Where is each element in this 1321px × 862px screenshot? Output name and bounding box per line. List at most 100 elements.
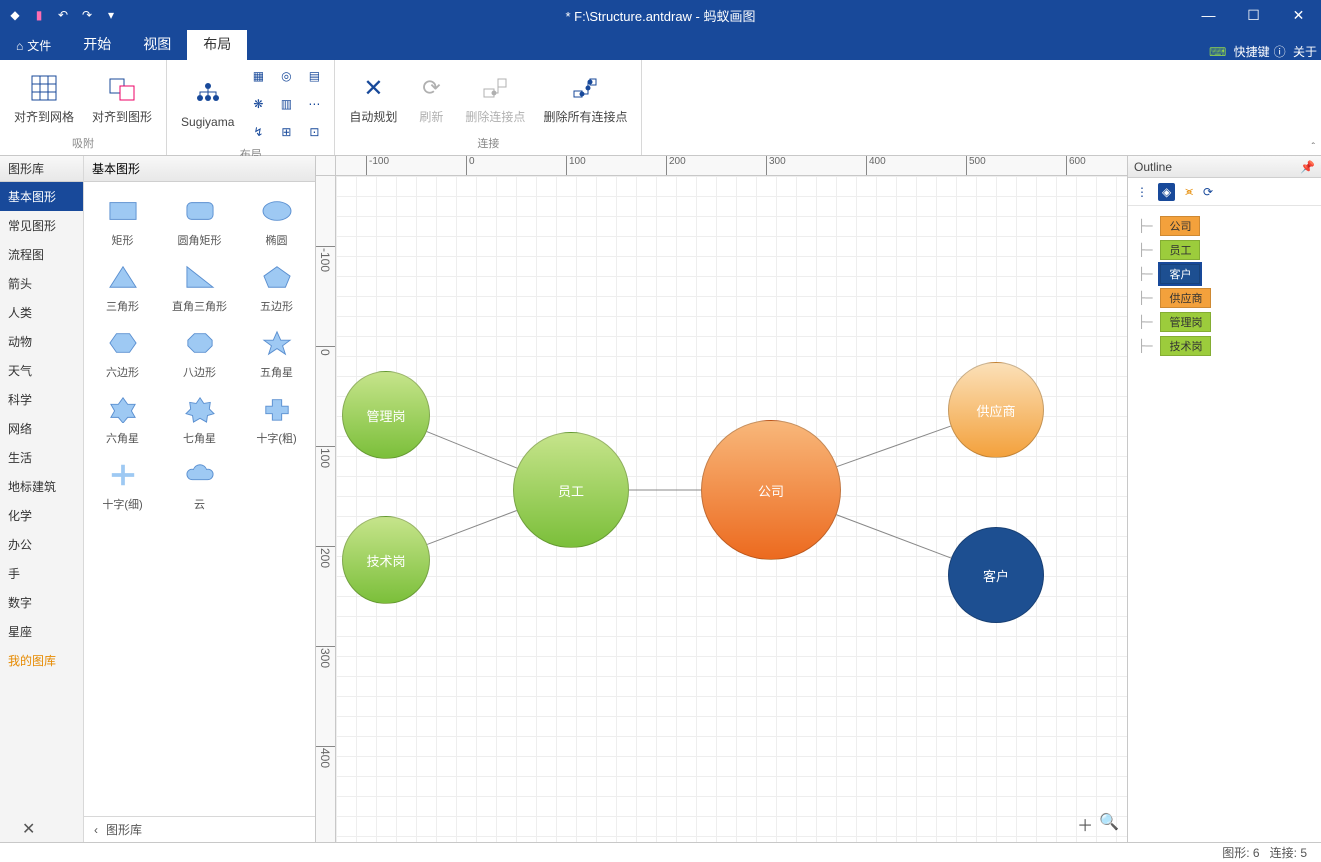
- category-item[interactable]: 数字: [0, 588, 83, 617]
- outline-item[interactable]: ├─员工: [1138, 240, 1321, 260]
- minimize-button[interactable]: —: [1186, 0, 1231, 30]
- back-icon[interactable]: ‹: [94, 823, 98, 837]
- category-item[interactable]: 网络: [0, 414, 83, 443]
- sugiyama-button[interactable]: Sugiyama: [175, 75, 240, 133]
- outline-item[interactable]: ├─公司: [1138, 216, 1321, 236]
- shape-item[interactable]: 六角星: [84, 386, 161, 452]
- layout-opt-2[interactable]: ◎: [274, 64, 298, 88]
- tab-file[interactable]: ⌂文件: [0, 31, 67, 60]
- shape-preview-icon: [178, 458, 222, 492]
- category-item[interactable]: 地标建筑: [0, 472, 83, 501]
- shape-item[interactable]: 七角星: [161, 386, 238, 452]
- node-emp[interactable]: 员工: [513, 432, 629, 548]
- category-item[interactable]: 基本图形: [0, 182, 83, 211]
- edge[interactable]: [427, 432, 517, 469]
- category-item[interactable]: 生活: [0, 443, 83, 472]
- category-item[interactable]: 星座: [0, 617, 83, 646]
- shape-item[interactable]: 椭圆: [238, 188, 315, 254]
- edge[interactable]: [427, 511, 517, 545]
- zoom-icon[interactable]: 🔍: [1099, 812, 1119, 836]
- collapse-ribbon-icon[interactable]: ˆ: [1312, 142, 1315, 153]
- node-co[interactable]: 公司: [701, 420, 841, 560]
- shape-item[interactable]: 矩形: [84, 188, 161, 254]
- edge[interactable]: [837, 426, 951, 466]
- layout-opt-5[interactable]: ▥: [274, 92, 298, 116]
- category-item[interactable]: 箭头: [0, 269, 83, 298]
- delete-conn-pt-button[interactable]: 删除连接点: [459, 68, 531, 129]
- about-button[interactable]: ⓘ 关于: [1274, 43, 1317, 60]
- shape-item[interactable]: 八边形: [161, 320, 238, 386]
- layout-opt-7[interactable]: ↯: [246, 120, 270, 144]
- outline-tag[interactable]: 员工: [1160, 240, 1200, 260]
- node-sup[interactable]: 供应商: [948, 362, 1044, 458]
- shape-item[interactable]: 五角星: [238, 320, 315, 386]
- outline-tag[interactable]: 客户: [1160, 264, 1200, 284]
- layout-opt-8[interactable]: ⊞: [274, 120, 298, 144]
- app-icon[interactable]: ◆: [6, 6, 24, 24]
- outline-item[interactable]: ├─管理岗: [1138, 312, 1321, 332]
- close-button[interactable]: ✕: [1276, 0, 1321, 30]
- snap-to-grid-button[interactable]: 对齐到网格: [8, 68, 80, 129]
- outline-panel: Outline 📌 ⋮ ◈ ⪤ ⟳ ├─公司├─员工├─客户├─供应商├─管理岗…: [1127, 156, 1321, 842]
- category-item[interactable]: 我的图库: [0, 646, 83, 675]
- category-item[interactable]: 手: [0, 559, 83, 588]
- view-auto-icon[interactable]: ◈: [1158, 183, 1175, 201]
- more-icon[interactable]: ⋮: [1136, 185, 1148, 199]
- shape-item[interactable]: 十字(细): [84, 452, 161, 518]
- category-item[interactable]: 动物: [0, 327, 83, 356]
- shape-preview-icon: [178, 392, 222, 426]
- outline-tag[interactable]: 供应商: [1160, 288, 1211, 308]
- category-item[interactable]: 化学: [0, 501, 83, 530]
- category-item[interactable]: 天气: [0, 356, 83, 385]
- outline-tag[interactable]: 公司: [1160, 216, 1200, 236]
- outline-tag[interactable]: 管理岗: [1160, 312, 1211, 332]
- pin-icon[interactable]: 📌: [1300, 160, 1315, 174]
- node-cust[interactable]: 客户: [948, 527, 1044, 623]
- canvas[interactable]: 管理岗技术岗员工公司 供应商客户: [336, 176, 1127, 842]
- snap-to-shape-button[interactable]: 对齐到图形: [86, 68, 158, 129]
- layout-opt-6[interactable]: ⋯: [302, 92, 326, 116]
- outline-item[interactable]: ├─供应商: [1138, 288, 1321, 308]
- outline-tag[interactable]: 技术岗: [1160, 336, 1211, 356]
- category-item[interactable]: 常见图形: [0, 211, 83, 240]
- delete-all-conn-pt-button[interactable]: 删除所有连接点: [537, 68, 633, 129]
- category-item[interactable]: 流程图: [0, 240, 83, 269]
- shape-item[interactable]: 五边形: [238, 254, 315, 320]
- shape-item[interactable]: 直角三角形: [161, 254, 238, 320]
- redo-icon[interactable]: ↷: [78, 6, 96, 24]
- tab-start[interactable]: 开始: [67, 28, 127, 60]
- shape-bottom-bar: ✕ ‹ 图形库: [84, 816, 315, 842]
- node-mgr[interactable]: 管理岗: [342, 371, 430, 459]
- category-item[interactable]: 办公: [0, 530, 83, 559]
- shortcuts-button[interactable]: ⌨ 快捷键: [1209, 43, 1270, 60]
- refresh-button[interactable]: ⟳ 刷新: [409, 68, 453, 129]
- outline-item[interactable]: ├─技术岗: [1138, 336, 1321, 356]
- layout-opt-9[interactable]: ⊡: [302, 120, 326, 144]
- layout-opt-4[interactable]: ❋: [246, 92, 270, 116]
- maximize-button[interactable]: ☐: [1231, 0, 1276, 30]
- refresh-outline-icon[interactable]: ⟳: [1203, 185, 1213, 199]
- shuffle-icon: ✕: [357, 72, 389, 104]
- save-icon[interactable]: ▮: [30, 6, 48, 24]
- outline-item[interactable]: ├─客户: [1138, 264, 1321, 284]
- share-icon[interactable]: ⪤: [1185, 184, 1193, 199]
- layout-opt-3[interactable]: ▤: [302, 64, 326, 88]
- tab-view[interactable]: 视图: [127, 28, 187, 60]
- category-item[interactable]: 科学: [0, 385, 83, 414]
- layout-opt-1[interactable]: ▦: [246, 64, 270, 88]
- auto-plan-button[interactable]: ✕ 自动规划: [343, 68, 403, 129]
- tab-layout[interactable]: 布局: [187, 28, 247, 60]
- undo-icon[interactable]: ↶: [54, 6, 72, 24]
- shape-item[interactable]: 三角形: [84, 254, 161, 320]
- node-tech[interactable]: 技术岗: [342, 516, 430, 604]
- shape-item[interactable]: 十字(粗): [238, 386, 315, 452]
- shape-item[interactable]: 圆角矩形: [161, 188, 238, 254]
- close-panel-icon[interactable]: ✕: [22, 819, 35, 839]
- shape-preview-icon: [178, 326, 222, 360]
- add-page-icon[interactable]: ＋: [1077, 812, 1093, 836]
- shape-item[interactable]: 云: [161, 452, 238, 518]
- qat-dropdown-icon[interactable]: ▾: [102, 6, 120, 24]
- edge[interactable]: [836, 515, 951, 558]
- shape-item[interactable]: 六边形: [84, 320, 161, 386]
- category-item[interactable]: 人类: [0, 298, 83, 327]
